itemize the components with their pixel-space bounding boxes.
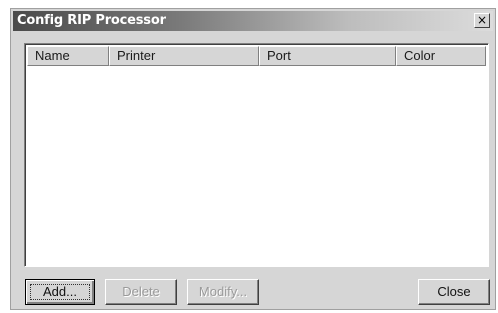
window-title: Config RIP Processor	[17, 13, 166, 28]
rip-processor-list[interactable]: Name Printer Port Color	[24, 43, 489, 267]
config-rip-processor-dialog: Config RIP Processor × Name Printer Port…	[10, 8, 496, 310]
close-icon[interactable]: ×	[474, 13, 490, 28]
list-header: Name Printer Port Color	[27, 46, 486, 66]
column-header-name[interactable]: Name	[27, 46, 109, 66]
close-button[interactable]: Close	[418, 279, 490, 305]
column-header-printer[interactable]: Printer	[109, 46, 259, 66]
delete-button[interactable]: Delete	[105, 279, 177, 305]
title-bar: Config RIP Processor ×	[13, 11, 493, 31]
add-button[interactable]: Add...	[25, 279, 95, 305]
column-header-port[interactable]: Port	[259, 46, 396, 66]
column-header-color[interactable]: Color	[396, 46, 486, 66]
modify-button[interactable]: Modify...	[187, 279, 259, 305]
add-button-label: Add...	[26, 280, 94, 304]
